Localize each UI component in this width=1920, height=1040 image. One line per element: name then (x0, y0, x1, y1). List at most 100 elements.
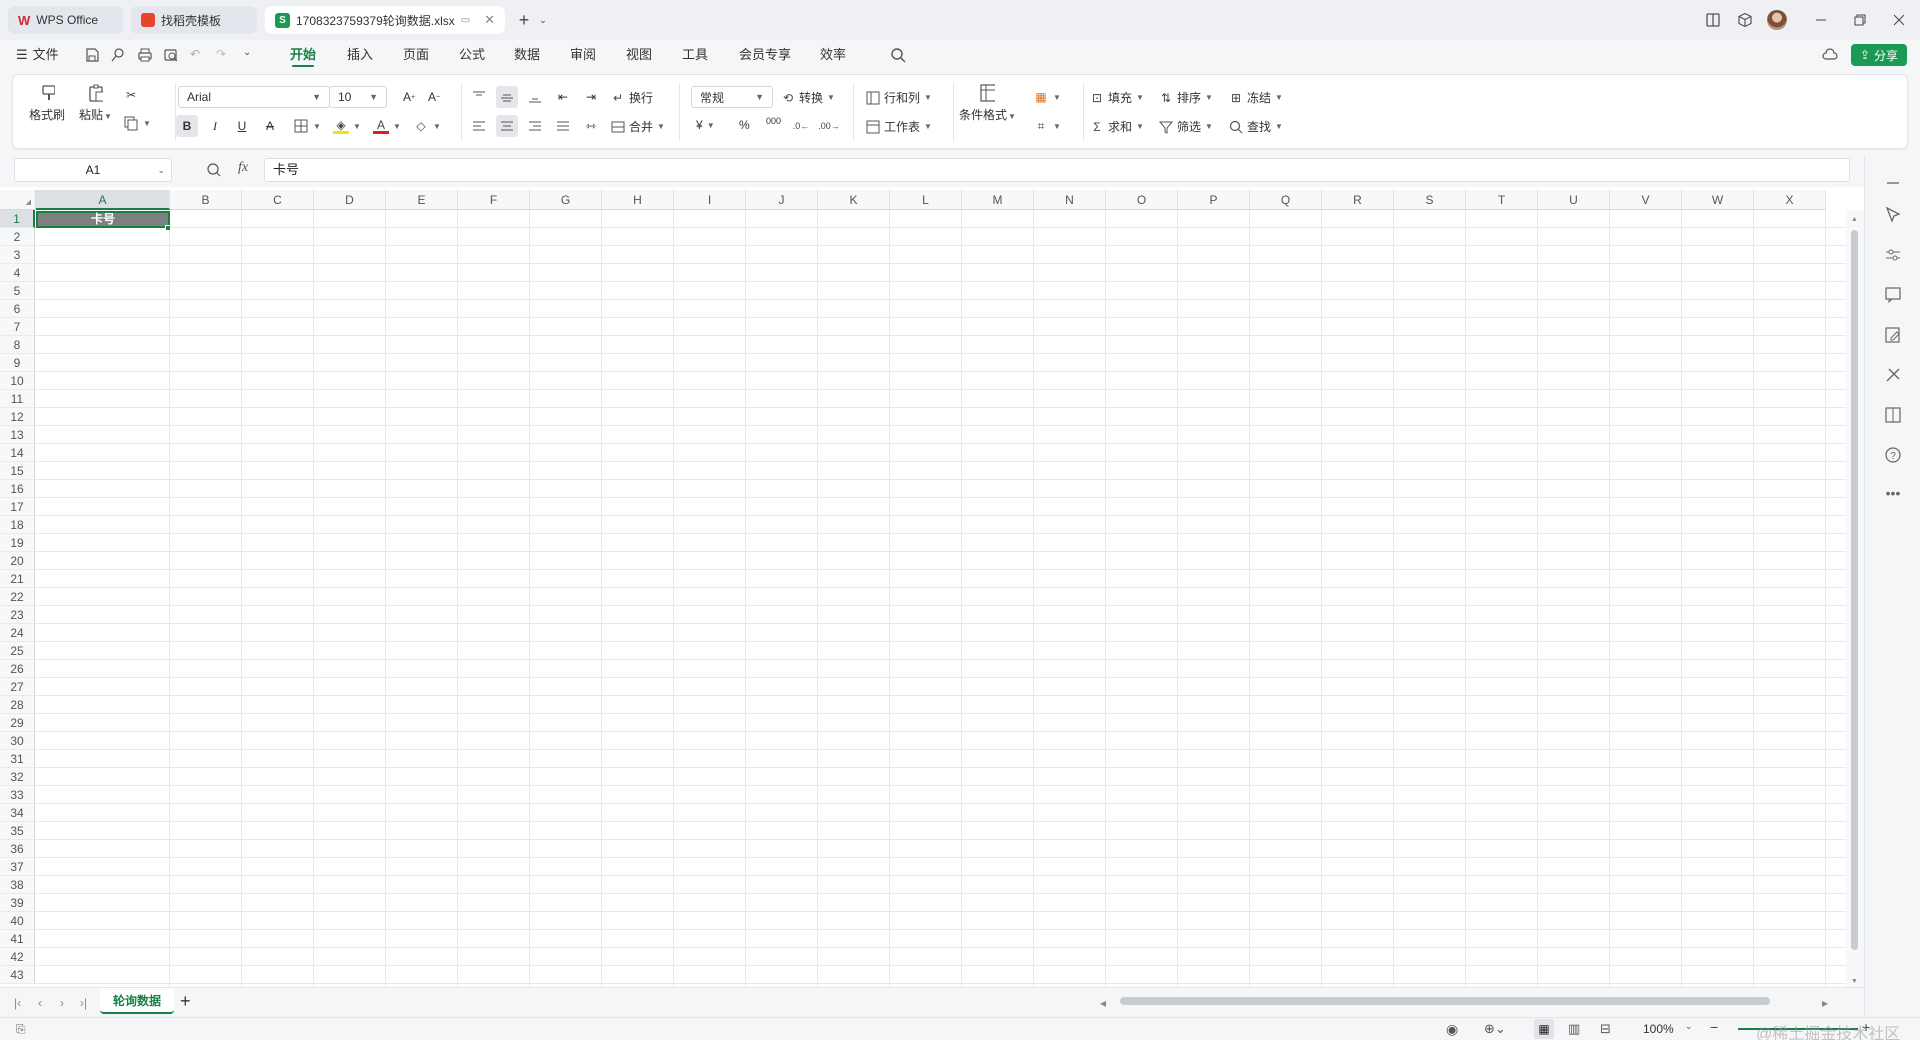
row-header-38[interactable]: 38 (0, 876, 35, 894)
align-middle-icon[interactable] (496, 86, 518, 108)
percent-button[interactable]: % (739, 118, 750, 132)
row-header-5[interactable]: 5 (0, 282, 35, 300)
font-name-select[interactable]: Arial ▼ (178, 86, 330, 108)
zoom-search-icon[interactable] (206, 162, 222, 178)
macro-record-icon[interactable]: ⎘ (16, 1022, 26, 1037)
fx-icon[interactable]: fx (238, 160, 248, 176)
cell-a1[interactable]: 卡号 (36, 211, 170, 228)
undo-icon[interactable]: ↶ (190, 47, 206, 63)
filter-button[interactable]: 筛选 ▼ (1158, 118, 1213, 135)
column-header-j[interactable]: J (746, 190, 818, 210)
row-header-10[interactable]: 10 (0, 372, 35, 390)
row-header-22[interactable]: 22 (0, 588, 35, 606)
decrease-font-icon[interactable]: A − (423, 86, 445, 108)
tab-view[interactable]: 视图 (626, 40, 652, 70)
wrap-text-button[interactable]: ↵ 换行 (610, 89, 653, 106)
formula-input[interactable]: 卡号 (264, 158, 1850, 182)
currency-button[interactable]: ¥ ▼ (696, 118, 715, 132)
row-header-27[interactable]: 27 (0, 678, 35, 696)
column-header-o[interactable]: O (1106, 190, 1178, 210)
row-header-30[interactable]: 30 (0, 732, 35, 750)
increase-font-icon[interactable]: A + (398, 86, 420, 108)
column-header-k[interactable]: K (818, 190, 890, 210)
new-tab-plus-icon[interactable]: + (514, 10, 534, 30)
find-button[interactable]: 查找 ▼ (1228, 118, 1283, 135)
scroll-right-small-icon[interactable]: ▸ (1822, 996, 1828, 1010)
name-box[interactable]: A1 ⌄ (14, 158, 172, 182)
column-header-q[interactable]: Q (1250, 190, 1322, 210)
font-size-select[interactable]: 10 ▼ (329, 86, 387, 108)
file-menu[interactable]: ☰ 文件 (16, 40, 59, 70)
tools-icon[interactable] (1883, 365, 1903, 385)
format-painter-button[interactable]: 格式刷 (29, 85, 65, 123)
cell-style-button[interactable]: ▦ ▼ (1033, 89, 1061, 105)
row-col-button[interactable]: 行和列 ▼ (865, 89, 932, 106)
font-color-button[interactable]: A ▼ (373, 118, 401, 134)
column-header-w[interactable]: W (1682, 190, 1754, 210)
row-header-23[interactable]: 23 (0, 606, 35, 624)
collapse-line-icon[interactable] (1883, 173, 1903, 193)
close-window-icon[interactable] (1889, 10, 1909, 30)
horizontal-scroll-thumb[interactable] (1120, 997, 1770, 1005)
underline-button[interactable]: U (231, 115, 253, 137)
page-layout-icon[interactable]: ▥ (1568, 1021, 1580, 1037)
tab-tools[interactable]: 工具 (682, 40, 708, 70)
row-header-40[interactable]: 40 (0, 912, 35, 930)
increase-indent-icon[interactable]: ⇥ (580, 86, 602, 108)
zoom-dropdown-icon[interactable]: ⌄ (1685, 1021, 1693, 1032)
align-center-icon[interactable] (496, 115, 518, 137)
row-header-29[interactable]: 29 (0, 714, 35, 732)
row-header-13[interactable]: 13 (0, 426, 35, 444)
export-icon[interactable] (110, 47, 126, 63)
decrease-indent-icon[interactable]: ⇤ (552, 86, 574, 108)
fill-color-button[interactable]: ◈ ▼ (333, 118, 361, 134)
tab-member[interactable]: 会员专享 (739, 40, 791, 70)
sum-button[interactable]: Σ 求和 ▼ (1089, 118, 1144, 135)
print-preview-icon[interactable] (163, 47, 179, 63)
row-header-26[interactable]: 26 (0, 660, 35, 678)
column-header-s[interactable]: S (1394, 190, 1466, 210)
borders-button[interactable]: ▼ (293, 118, 321, 134)
number-format-select[interactable]: 常规 ▼ (691, 86, 773, 108)
restore-icon[interactable] (1850, 10, 1870, 30)
row-header-37[interactable]: 37 (0, 858, 35, 876)
help-icon[interactable]: ? (1883, 445, 1903, 465)
column-header-b[interactable]: B (170, 190, 242, 210)
column-header-g[interactable]: G (530, 190, 602, 210)
spreadsheet-grid[interactable]: ◢ ABCDEFGHIJKLMNOPQRSTUVWX 1 2 3 4 5 6 7 8 9 10 11… (0, 190, 1864, 987)
tab-home[interactable]: 开始 (290, 40, 316, 70)
column-header-v[interactable]: V (1610, 190, 1682, 210)
row-header-1[interactable]: 1 (0, 210, 35, 228)
column-header-m[interactable]: M (962, 190, 1034, 210)
layout-icon[interactable] (1703, 10, 1723, 30)
book-icon[interactable] (1883, 405, 1903, 425)
row-header-21[interactable]: 21 (0, 570, 35, 588)
column-header-c[interactable]: C (242, 190, 314, 210)
row-header-11[interactable]: 11 (0, 390, 35, 408)
tab-list-chevron-icon[interactable]: ⌄ (533, 10, 553, 30)
paste-button[interactable]: 粘贴▼ (79, 84, 112, 123)
page-break-icon[interactable]: ⊟ (1600, 1021, 1611, 1037)
distribute-icon[interactable]: ⇿ (580, 115, 602, 137)
comment-icon[interactable] (1883, 285, 1903, 305)
search-icon[interactable] (890, 47, 906, 63)
cube-icon[interactable] (1735, 10, 1755, 30)
row-header-18[interactable]: 18 (0, 516, 35, 534)
tab-wps-office[interactable]: W WPS Office (8, 6, 123, 34)
column-header-f[interactable]: F (458, 190, 530, 210)
convert-button[interactable]: ⟲ 转换 ▼ (780, 89, 835, 106)
row-header-8[interactable]: 8 (0, 336, 35, 354)
cut-button[interactable]: ✂ (123, 87, 139, 103)
row-header-32[interactable]: 32 (0, 768, 35, 786)
close-tab-icon[interactable]: ✕ (484, 12, 495, 28)
eye-protection-icon[interactable]: ◉ (1446, 1021, 1458, 1038)
decrease-decimal-button[interactable]: .00→ (818, 118, 840, 134)
tab-data[interactable]: 数据 (514, 40, 540, 70)
row-header-28[interactable]: 28 (0, 696, 35, 714)
column-header-x[interactable]: X (1754, 190, 1826, 210)
align-top-icon[interactable] (468, 86, 490, 108)
edit-doc-icon[interactable] (1883, 325, 1903, 345)
row-header-34[interactable]: 34 (0, 804, 35, 822)
row-header-20[interactable]: 20 (0, 552, 35, 570)
row-header-43[interactable]: 43 (0, 966, 35, 984)
